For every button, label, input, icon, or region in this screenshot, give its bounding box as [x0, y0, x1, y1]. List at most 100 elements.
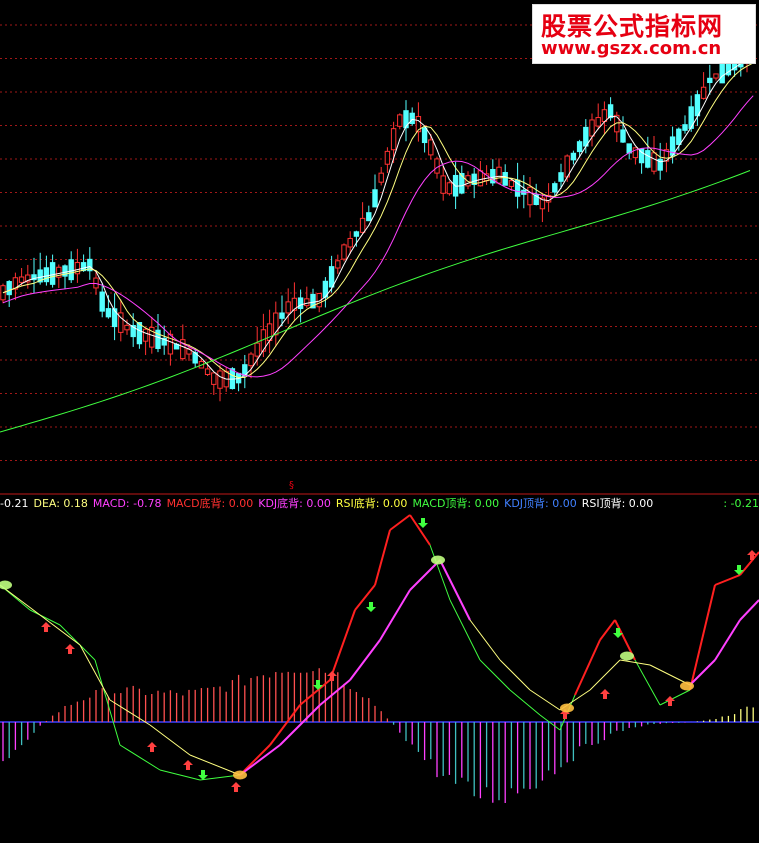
- dea-line: [189, 754, 241, 776]
- cross-signal-icon: [431, 555, 445, 565]
- indicator-label: MACD顶背: 0.00: [412, 497, 500, 510]
- candle-body: [428, 139, 434, 156]
- candle-body: [353, 231, 360, 237]
- candle-body: [694, 94, 701, 117]
- dif-line: [634, 659, 661, 706]
- candle-body: [645, 150, 651, 168]
- ma-magenta-line: [2, 95, 754, 378]
- candle-body: [285, 301, 291, 314]
- candle-body: [651, 152, 657, 172]
- candle-body: [18, 276, 25, 283]
- ma-white-line: [2, 57, 754, 380]
- dif-line: [714, 574, 741, 586]
- dif-line: [329, 609, 356, 681]
- dif-line: [389, 514, 411, 531]
- indicator-label: KDJ顶背: 0.00: [504, 497, 577, 510]
- dif-line: [29, 609, 61, 626]
- candle-body: [707, 77, 713, 84]
- dea-line: [349, 639, 381, 681]
- dif-line: [599, 619, 616, 641]
- buy-arrow-icon: [231, 782, 241, 792]
- chart-canvas: [0, 24, 759, 803]
- dif-line: [374, 529, 391, 586]
- candle-body: [297, 297, 304, 310]
- candle-body: [440, 175, 446, 194]
- dif-line: [94, 659, 121, 746]
- candle-body: [304, 298, 310, 307]
- candle-body: [477, 170, 484, 187]
- sell-arrow-icon: [613, 628, 623, 638]
- cross-signal-icon: [680, 681, 694, 691]
- candle-body: [43, 267, 50, 283]
- indicator-label: RSI底背: 0.00: [335, 497, 408, 510]
- candle-body: [211, 372, 217, 385]
- candle-body: [570, 152, 577, 161]
- right-value-label: : -0.21: [723, 497, 759, 510]
- indicator-label: MACD: -0.78: [92, 497, 162, 510]
- candle-body: [719, 60, 725, 84]
- watermark-url: www.gszx.com.cn: [541, 38, 722, 59]
- sell-arrow-icon: [366, 602, 376, 612]
- dea-line: [409, 559, 441, 591]
- buy-arrow-icon: [747, 550, 757, 560]
- candle-body: [620, 129, 626, 143]
- candle-body: [446, 182, 453, 195]
- candle-body: [595, 117, 601, 127]
- candle-body: [167, 333, 174, 355]
- candle-body: [552, 183, 558, 193]
- candle-body: [397, 114, 403, 127]
- dif-line: [739, 551, 759, 576]
- cross-signal-icon: [0, 580, 12, 590]
- buy-arrow-icon: [183, 760, 193, 770]
- ma-green-line: [0, 170, 751, 433]
- dea-line: [239, 744, 281, 776]
- cross-signal-icon: [620, 651, 634, 661]
- candle-body: [254, 342, 260, 357]
- candle-body: [496, 166, 502, 184]
- dif-line: [659, 689, 691, 706]
- candle-body: [384, 150, 391, 165]
- candle-body: [136, 322, 143, 345]
- dif-line: [479, 659, 511, 691]
- candle-body: [682, 124, 688, 131]
- candle-body: [328, 266, 335, 288]
- indicator-label: -0.21: [0, 497, 29, 510]
- dif-line: [409, 514, 431, 546]
- ma-yellow-line: [2, 62, 754, 379]
- candle-body: [124, 324, 130, 331]
- candle-body: [409, 112, 415, 125]
- candle-body: [359, 217, 366, 233]
- buy-arrow-icon: [665, 696, 675, 706]
- candle-body: [390, 128, 397, 151]
- candle-body: [49, 262, 56, 285]
- dif-line: [159, 769, 201, 781]
- sell-arrow-icon: [418, 518, 428, 528]
- candle-body: [378, 172, 384, 183]
- candle-body: [99, 291, 105, 312]
- candle-body: [347, 237, 353, 248]
- candle-body: [583, 126, 589, 147]
- watermark-logo: 股票公式指标网 www.gszx.com.cn: [532, 4, 756, 64]
- buy-arrow-icon: [41, 622, 51, 632]
- dif-line: [574, 639, 601, 696]
- dif-line: [689, 584, 716, 691]
- date-marker: §: [289, 480, 294, 491]
- candle-body: [508, 180, 515, 187]
- sell-arrow-icon: [198, 770, 208, 780]
- buy-arrow-icon: [600, 689, 610, 699]
- buy-arrow-icon: [65, 644, 75, 654]
- candle-body: [279, 312, 285, 319]
- candle-body: [217, 370, 223, 389]
- indicator-label: DEA: 0.18: [33, 497, 88, 510]
- dea-line: [469, 619, 501, 661]
- candle-body: [68, 259, 74, 281]
- candle-body: [589, 119, 595, 137]
- candle-body: [335, 260, 341, 269]
- dea-line: [589, 659, 621, 691]
- candle-body: [105, 308, 112, 318]
- candle-body: [700, 86, 707, 99]
- dea-line: [379, 589, 411, 641]
- indicator-label: RSI顶背: 0.00: [581, 497, 654, 510]
- candle-body: [341, 244, 347, 260]
- dea-line: [529, 689, 561, 711]
